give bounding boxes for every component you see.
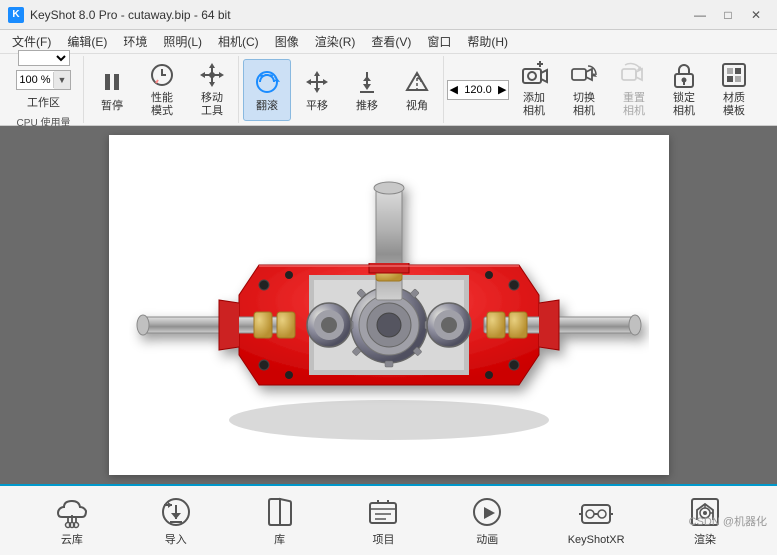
pause-button[interactable]: 暂停: [88, 59, 136, 121]
pan-button[interactable]: 平移: [293, 59, 341, 121]
pause-label: 暂停: [101, 100, 123, 113]
book-icon: [262, 494, 298, 530]
bottom-toolbar: 云库 导入 库: [0, 484, 777, 555]
import-label: 导入: [165, 534, 187, 547]
performance-icon: [146, 61, 178, 91]
menu-lighting[interactable]: 照明(L): [155, 31, 210, 52]
lock-camera-button[interactable]: 锁定相机: [660, 59, 708, 121]
cloud-library-label: 云库: [61, 534, 83, 547]
cloud-library-button[interactable]: 云库: [37, 491, 107, 551]
pan-label: 平移: [306, 100, 328, 113]
toolbar-group-workspace: ▼ 工作区 CPU 使用量: [4, 56, 84, 123]
workspace-label: 工作区: [27, 94, 60, 110]
cloud-icon: [54, 494, 90, 530]
menu-edit[interactable]: 编辑(E): [59, 31, 115, 52]
push-button[interactable]: 推移: [343, 59, 391, 121]
pan-icon: [301, 66, 333, 98]
menu-image[interactable]: 图像: [267, 31, 307, 52]
menu-render[interactable]: 渲染(R): [307, 31, 364, 52]
main-viewport[interactable]: [0, 126, 777, 484]
push-icon: [351, 66, 383, 98]
project-button[interactable]: 项目: [348, 491, 418, 551]
reset-camera-label: 重置相机: [623, 92, 645, 118]
keyshotxr-label: KeyShotXR: [568, 534, 625, 547]
menu-bar: 文件(F) 编辑(E) 环境 照明(L) 相机(C) 图像 渲染(R) 查看(V…: [0, 30, 777, 54]
move-tool-button[interactable]: 移动工具: [188, 59, 236, 121]
title-bar-left: K KeyShot 8.0 Pro - cutaway.bip - 64 bit: [8, 7, 231, 23]
camera-value-input[interactable]: [460, 84, 496, 96]
library-button[interactable]: 库: [245, 491, 315, 551]
close-button[interactable]: ✕: [743, 4, 769, 26]
window-title: KeyShot 8.0 Pro - cutaway.bip - 64 bit: [30, 8, 231, 22]
view-angle-icon: [401, 66, 433, 98]
switch-camera-label: 切换相机: [573, 92, 595, 118]
menu-file[interactable]: 文件(F): [4, 31, 59, 52]
switch-camera-button[interactable]: 切换相机: [560, 59, 608, 121]
menu-window[interactable]: 窗口: [419, 31, 459, 52]
project-icon: [365, 494, 401, 530]
camera-value-prev[interactable]: ◀: [448, 83, 460, 96]
switch-camera-icon: [568, 61, 600, 91]
menu-view[interactable]: 查看(V): [363, 31, 419, 52]
tumble-icon: [251, 66, 283, 98]
menu-help[interactable]: 帮助(H): [459, 31, 516, 52]
toolbar-group-playback: 暂停 性能模式: [86, 56, 239, 123]
camera-value-field: ◀ ▶: [447, 80, 510, 100]
library-label: 库: [274, 534, 285, 547]
maximize-button[interactable]: □: [715, 4, 741, 26]
menu-camera[interactable]: 相机(C): [210, 31, 267, 52]
lock-camera-icon: [668, 61, 700, 91]
tumble-label: 翻滚: [256, 100, 278, 113]
material-template-icon: [718, 61, 750, 91]
camera-value-next[interactable]: ▶: [496, 83, 508, 96]
keyshotxr-button[interactable]: KeyShotXR: [556, 491, 636, 551]
performance-label: 性能模式: [151, 92, 173, 118]
reset-camera-icon: [618, 61, 650, 91]
tumble-button[interactable]: 翻滚: [243, 59, 291, 121]
view-angle-label: 视角: [406, 100, 428, 113]
zoom-controls: ▼: [16, 70, 71, 90]
menu-environment[interactable]: 环境: [115, 31, 155, 52]
window-controls: — □ ✕: [687, 4, 769, 26]
push-label: 推移: [356, 100, 378, 113]
performance-button[interactable]: 性能模式: [138, 59, 186, 121]
animation-label: 动画: [476, 534, 498, 547]
animation-button[interactable]: 动画: [452, 491, 522, 551]
app-icon: K: [8, 7, 24, 23]
pause-icon: [96, 66, 128, 98]
watermark: CSDN @机器化: [689, 513, 767, 529]
toolbar-group-view: 翻滚 平移: [241, 56, 444, 123]
render-canvas[interactable]: [109, 135, 669, 475]
reset-camera-button[interactable]: 重置相机: [610, 59, 658, 121]
3d-model-svg: [129, 155, 649, 455]
material-template-label: 材质模板: [723, 92, 745, 118]
add-camera-label: 添加相机: [523, 92, 545, 118]
zoom-input[interactable]: [17, 74, 53, 86]
render-label: 渲染: [694, 534, 716, 547]
toolbar-group-camera: ◀ ▶ 添加相机: [446, 56, 760, 123]
move-tool-label: 移动工具: [201, 92, 223, 118]
minimize-button[interactable]: —: [687, 4, 713, 26]
import-button[interactable]: 导入: [141, 491, 211, 551]
workspace-dropdown[interactable]: [18, 50, 70, 66]
animation-icon: [469, 494, 505, 530]
move-tool-icon: [196, 61, 228, 91]
camera-value-group: ◀ ▶: [448, 80, 508, 100]
toolbar: ▼ 工作区 CPU 使用量 暂停: [0, 54, 777, 126]
material-template-button[interactable]: 材质模板: [710, 59, 758, 121]
title-bar: K KeyShot 8.0 Pro - cutaway.bip - 64 bit…: [0, 0, 777, 30]
view-angle-button[interactable]: 视角: [393, 59, 441, 121]
project-label: 项目: [372, 534, 394, 547]
add-camera-icon: [518, 61, 550, 91]
xr-icon: [578, 494, 614, 530]
import-icon: [158, 494, 194, 530]
lock-camera-label: 锁定相机: [673, 92, 695, 118]
zoom-dropdown-btn[interactable]: ▼: [54, 71, 70, 89]
add-camera-button[interactable]: 添加相机: [510, 59, 558, 121]
